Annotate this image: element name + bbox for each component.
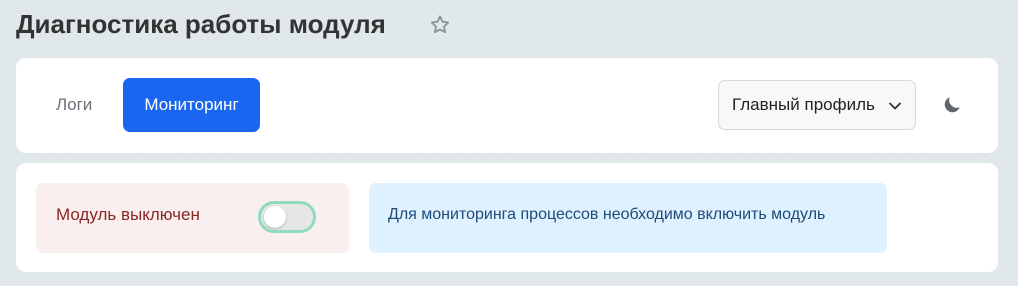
info-alert: Для мониторинга процессов необходимо вкл… bbox=[369, 183, 887, 253]
module-status-label: Модуль выключен bbox=[56, 205, 200, 224]
star-icon[interactable] bbox=[429, 14, 451, 36]
toggle-knob bbox=[264, 206, 286, 228]
moon-icon[interactable] bbox=[941, 94, 963, 116]
tab-monitoring[interactable]: Мониторинг bbox=[123, 78, 260, 132]
module-panel: Модуль выключен Для мониторинга процессо… bbox=[16, 163, 998, 272]
tabs-panel: Логи Мониторинг Главный профиль bbox=[16, 58, 998, 153]
profile-select-value: Главный профиль bbox=[732, 95, 875, 114]
module-status-box: Модуль выключен bbox=[36, 183, 349, 253]
module-enable-toggle[interactable] bbox=[258, 201, 316, 233]
chevron-down-icon bbox=[889, 102, 901, 110]
info-message: Для мониторинга процессов необходимо вкл… bbox=[388, 206, 826, 223]
page-title: Диагностика работы модуля bbox=[16, 9, 386, 39]
profile-select[interactable]: Главный профиль bbox=[718, 80, 916, 130]
tab-logs[interactable]: Логи bbox=[36, 78, 112, 132]
